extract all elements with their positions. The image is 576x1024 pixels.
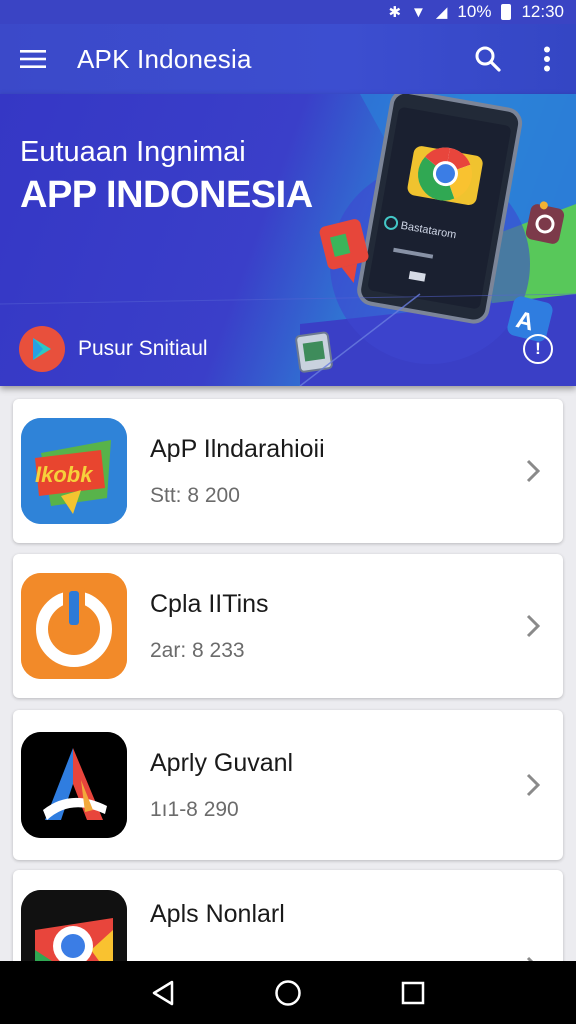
banner-subtitle: Pusur Snitiaul <box>78 337 208 360</box>
info-icon[interactable]: ! <box>523 334 553 364</box>
bluetooth-icon: ✱ <box>388 3 402 21</box>
chevron-right-icon[interactable] <box>508 451 558 491</box>
app-name: Cpla IITins <box>150 589 269 618</box>
app-name: Apls Nonlarl <box>150 900 285 928</box>
svg-text:Ikobk: Ikobk <box>35 462 94 487</box>
chevron-right-icon[interactable] <box>508 606 558 646</box>
app-meta: 2ar: 8 233 <box>150 638 245 662</box>
app-list-item[interactable]: Aprly Guvanl 1ı1-8 290 <box>13 710 563 860</box>
signal-icon: ◢ <box>435 3 448 21</box>
play-store-icon[interactable] <box>19 326 65 372</box>
app-title: APK Indonesia <box>77 43 252 74</box>
power-app-icon <box>21 573 127 679</box>
kite-app-icon: Ikobk <box>21 418 127 524</box>
app-name: Aprly Guvanl <box>150 748 294 777</box>
home-icon[interactable] <box>258 961 318 1024</box>
promo-banner[interactable]: Bastatarom A Eutuaan Ingnimai APP INDONE… <box>0 94 576 386</box>
status-bar: ✱ ▼ ◢ 10% 12:30 <box>0 0 576 24</box>
navigation-bar <box>0 961 576 1024</box>
banner-headline-small: Eutuaan Ingnimai <box>20 136 246 168</box>
app-meta: Stt: 8 200 <box>150 483 240 507</box>
battery-icon <box>501 4 512 20</box>
recents-icon[interactable] <box>383 961 443 1024</box>
banner-headline: APP INDONESIA <box>20 174 313 216</box>
app-bar: APK Indonesia <box>0 24 576 94</box>
battery-level: 10% <box>457 2 492 21</box>
search-icon[interactable] <box>458 24 518 94</box>
menu-icon[interactable] <box>0 24 66 94</box>
app-name: ApP Ilndarahioii <box>150 434 325 463</box>
wifi-icon: ▼ <box>411 3 426 21</box>
app-list-item[interactable]: Cpla IITins 2ar: 8 233 <box>13 554 563 698</box>
letter-a-app-icon <box>21 732 127 838</box>
back-icon[interactable] <box>133 961 193 1024</box>
app-list-item[interactable]: Ikobk ApP Ilndarahioii Stt: 8 200 <box>13 399 563 543</box>
app-meta: 1ı1-8 290 <box>150 797 239 821</box>
chevron-right-icon[interactable] <box>508 765 558 805</box>
banner-footer: Pusur Snitiaul ! <box>0 312 576 386</box>
status-time: 12:30 <box>521 2 564 21</box>
more-options-icon[interactable] <box>518 24 576 94</box>
